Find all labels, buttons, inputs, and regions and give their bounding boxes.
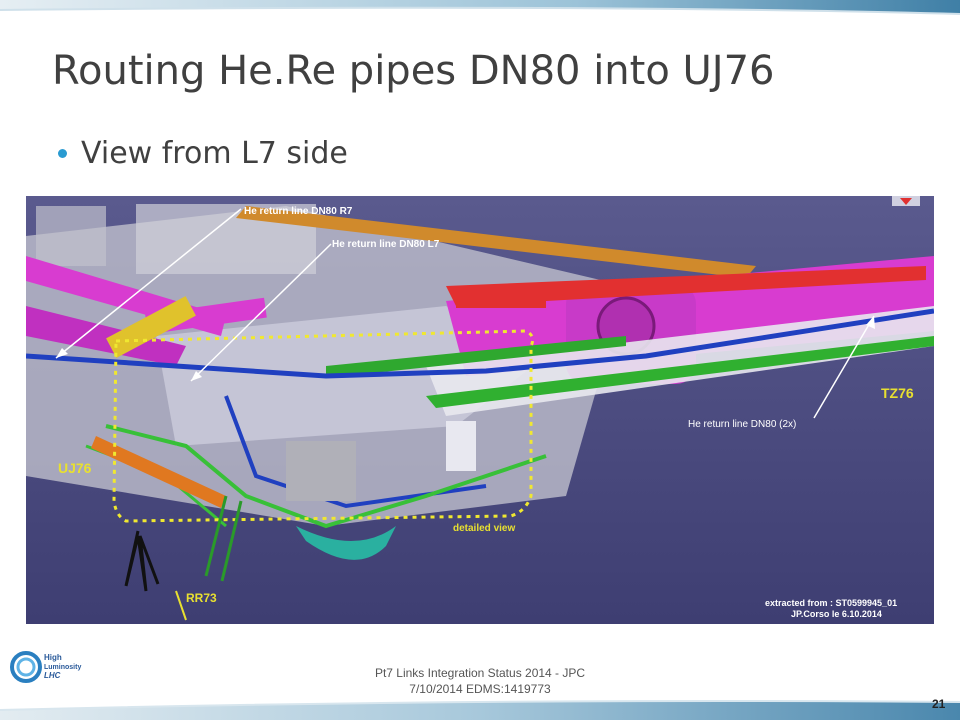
extract-line-1: extracted from : ST0599945_01 [765, 598, 897, 608]
label-return-r7: He return line DN80 R7 [244, 206, 353, 217]
bullet-dot [58, 149, 67, 158]
bullet-text: View from L7 side [81, 136, 348, 171]
label-rr73: RR73 [186, 591, 217, 605]
hilumi-logo: High Luminosity LHC [10, 651, 81, 683]
extract-line-2: JP.Corso le 6.10.2014 [791, 609, 882, 619]
label-uj76: UJ76 [58, 460, 92, 476]
cad-figure: He return line DN80 R7 He return line DN… [26, 196, 934, 624]
page-number: 21 [932, 697, 946, 711]
logo-line-1: High [44, 653, 62, 662]
label-detailed-view: detailed view [453, 523, 515, 534]
logo-line-2: Luminosity [44, 664, 81, 671]
footer-line-1: Pt7 Links Integration Status 2014 - JPC [374, 666, 586, 680]
label-return-l7: He return line DN80 L7 [332, 239, 440, 250]
top-decor-band [0, 0, 960, 22]
label-tz76: TZ76 [881, 385, 914, 401]
logo-line-3: LHC [44, 671, 61, 680]
bullet-item: View from L7 side [58, 136, 348, 171]
footer-line-2: 7/10/2014 EDMS:1419773 [409, 682, 551, 696]
footer: Pt7 Links Integration Status 2014 - JPC … [340, 665, 620, 697]
label-return-2x: He return line DN80 (2x) [688, 419, 796, 430]
slide-title: Routing He.Re pipes DN80 into UJ76 [52, 48, 775, 94]
